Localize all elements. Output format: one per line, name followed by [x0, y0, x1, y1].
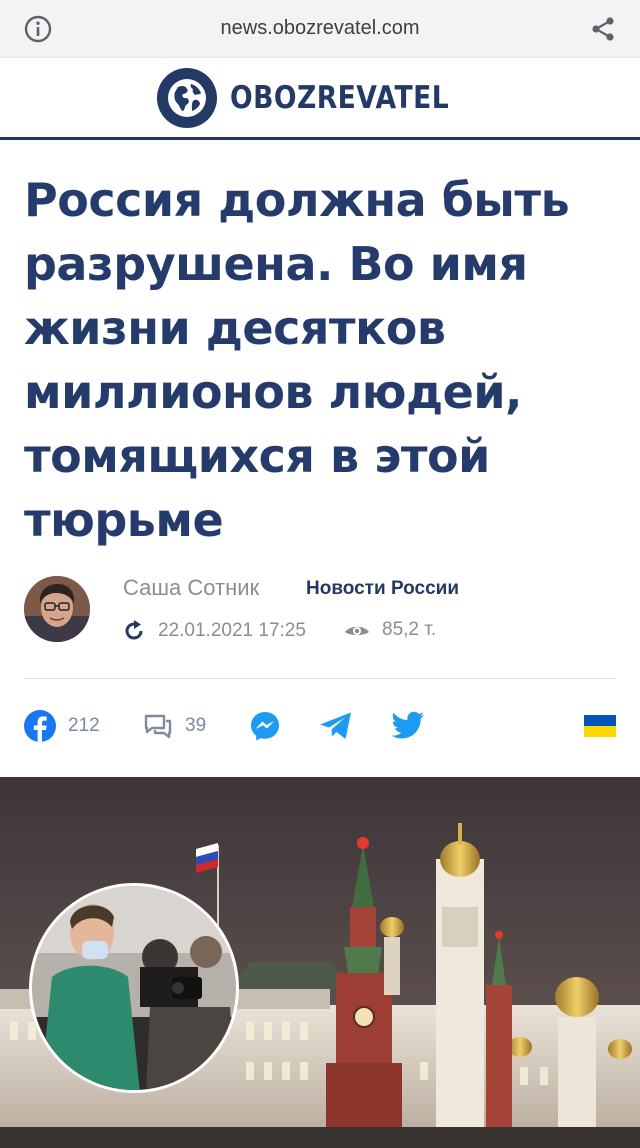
social-share-bar: 212 39 [0, 706, 640, 750]
messenger-icon [251, 712, 279, 741]
facebook-icon [24, 710, 56, 742]
browser-url-bar: news.obozrevatel.com [0, 0, 640, 58]
views-text: 85,2 т. [382, 619, 437, 640]
facebook-share-button[interactable]: 212 [24, 710, 100, 742]
site-logo[interactable]: OBOZREVATEL [156, 67, 485, 129]
logo-wordmark: OBOZREVATEL [229, 79, 449, 116]
ukraine-flag-icon[interactable] [584, 715, 616, 737]
messenger-share-button[interactable] [249, 710, 281, 742]
divider [24, 678, 616, 679]
url-text[interactable]: news.obozrevatel.com [221, 17, 420, 40]
article-hero-image[interactable] [0, 777, 640, 1148]
telegram-icon [320, 712, 351, 739]
facebook-count: 212 [68, 715, 100, 736]
refresh-icon [125, 620, 143, 640]
comments-button[interactable]: 39 [143, 712, 206, 740]
telegram-share-button[interactable] [319, 711, 353, 741]
eye-icon [345, 626, 369, 635]
twitter-share-button[interactable] [391, 711, 425, 741]
globe-icon [156, 67, 217, 128]
site-header: OBOZREVATEL [0, 58, 640, 140]
comments-count: 39 [185, 715, 207, 736]
twitter-icon [391, 711, 424, 739]
publish-date: 22.01.2021 17:25 [122, 619, 306, 643]
view-count: 85,2 т. [344, 619, 436, 641]
author-avatar[interactable] [24, 576, 90, 642]
share-icon[interactable] [590, 16, 616, 42]
info-icon[interactable] [24, 15, 52, 43]
comments-icon [144, 714, 172, 739]
date-text: 22.01.2021 17:25 [158, 620, 306, 641]
author-name[interactable]: Саша Сотник [123, 575, 259, 601]
article-title: Россия должна быть разрушена. Во имя жиз… [24, 173, 570, 547]
category-link[interactable]: Новости России [306, 578, 459, 600]
